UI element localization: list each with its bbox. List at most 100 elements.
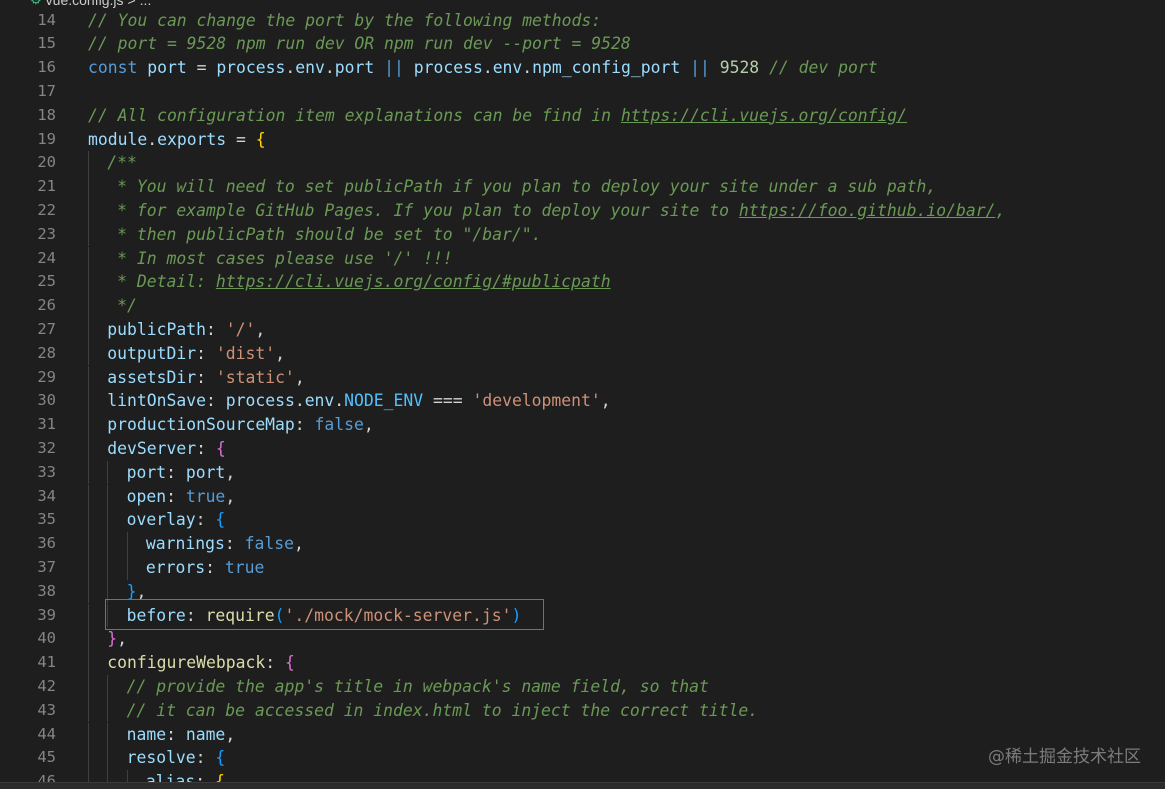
code-token: : <box>196 438 216 458</box>
code-line[interactable]: 19 module.exports = { <box>0 128 1165 152</box>
code-line[interactable]: 36 warnings: false, <box>0 532 1165 556</box>
indent-guide <box>88 270 89 295</box>
code-line[interactable]: 46 alias: { <box>0 770 1165 782</box>
code-line[interactable]: 24 * In most cases please use '/' !!! <box>0 246 1165 271</box>
code-line[interactable]: 34 open: true, <box>0 484 1165 509</box>
code-line[interactable]: 37 errors: true <box>0 555 1165 580</box>
code-line[interactable]: 25 * Detail: https://cli.vuejs.org/confi… <box>0 270 1165 295</box>
code-token: { <box>215 438 226 458</box>
code-token: // it can be accessed in index.html to i… <box>126 700 759 720</box>
indent-guide <box>126 770 128 782</box>
indent-guide <box>88 198 89 223</box>
code-token: const <box>88 58 148 78</box>
code-text: warnings: false, <box>146 532 304 556</box>
indent-guide <box>88 698 89 723</box>
indent-guide <box>88 246 89 271</box>
code-text: // port = 9528 npm run dev OR npm run de… <box>88 32 631 56</box>
code-line[interactable]: 14 // You can change the port by the foll… <box>0 9 1165 33</box>
code-token: : <box>196 343 216 363</box>
code-line[interactable]: 41 configureWebpack: { <box>0 651 1165 675</box>
code-text: // it can be accessed in index.html to i… <box>127 699 759 723</box>
code-line[interactable]: 33 port: port, <box>0 460 1165 485</box>
code-token: , <box>363 415 374 435</box>
code-token: lintOnSave <box>107 391 206 411</box>
code-line[interactable]: 29 assetsDir: 'static', <box>0 365 1165 390</box>
line-number: 37 <box>37 557 56 576</box>
code-line[interactable]: 40}, <box>0 627 1165 652</box>
code-line[interactable]: 43 // it can be accessed in index.html to… <box>0 698 1165 723</box>
code-text: lintOnSave: process.env.NODE_ENV === 'de… <box>107 389 610 413</box>
code-line[interactable]: 22 * for example GitHub Pages. If you pl… <box>0 198 1165 223</box>
code-text: devServer: { <box>107 437 225 461</box>
code-token: // All configuration item explanations c… <box>88 105 621 125</box>
code-token: || <box>384 58 404 78</box>
code-line[interactable]: 26 */ <box>0 294 1165 318</box>
code-text: port: port, <box>127 461 236 485</box>
code-token: 'dist' <box>215 343 276 363</box>
line-number: 14 <box>37 10 56 29</box>
indent-guide <box>107 484 109 509</box>
code-line[interactable]: 21 * You will need to set publicPath if … <box>0 175 1165 199</box>
code-line[interactable]: 30 lintOnSave: process.env.NODE_ENV === '… <box>0 389 1165 414</box>
code-text: open: true, <box>127 485 236 509</box>
indent-guide <box>88 389 89 414</box>
indent-guide <box>88 651 89 675</box>
code-text: overlay: { <box>127 508 226 532</box>
code-token: , <box>600 391 611 411</box>
code-token: configureWebpack <box>107 653 266 673</box>
code-line[interactable]: 32 devServer: { <box>0 436 1165 461</box>
breadcrumb-trail[interactable]: ... <box>140 0 152 8</box>
line-number: 35 <box>37 510 56 529</box>
code-line[interactable]: 16 const port = process.env.port || proce… <box>0 56 1165 80</box>
indent-guide <box>88 770 89 782</box>
code-line[interactable]: 42 // provide the app's title in webpack'… <box>0 674 1165 699</box>
code-line[interactable]: 20 /** <box>0 151 1165 176</box>
code-token: npm_config_port <box>532 58 681 78</box>
code-text: // You can change the port by the follow… <box>88 9 601 33</box>
indent-guide <box>88 413 89 437</box>
line-number: 42 <box>37 676 56 695</box>
code-token: . <box>294 391 305 411</box>
code-token: alias <box>145 772 196 782</box>
indent-guide <box>88 532 89 556</box>
line-number: 20 <box>37 153 56 172</box>
code-token: = <box>186 58 217 78</box>
code-text: const port = process.env.port || process… <box>88 56 878 80</box>
breadcrumb-file[interactable]: vue.config.js <box>46 0 124 8</box>
indent-guide <box>88 365 89 390</box>
indent-guide <box>88 294 89 318</box>
code-token: module <box>88 129 148 149</box>
indent-guide <box>88 175 89 199</box>
code-token: https://cli.vuejs.org/config/ <box>620 105 908 125</box>
code-line[interactable]: 18 // All configuration item explanations… <box>0 104 1165 128</box>
code-token: port <box>126 462 167 482</box>
code-token: false <box>244 534 294 554</box>
indent-guide <box>88 603 89 628</box>
code-token: env <box>304 391 335 411</box>
code-editor[interactable]: 14 // You can change the port by the foll… <box>0 0 1165 782</box>
code-token: , <box>225 462 236 482</box>
code-line[interactable]: 17 <box>0 80 1165 104</box>
code-line[interactable]: 35 overlay: { <box>0 508 1165 533</box>
code-line[interactable]: 27 publicPath: '/', <box>0 317 1165 342</box>
code-line[interactable]: 15 // port = 9528 npm run dev OR npm run … <box>0 32 1165 56</box>
line-number: 23 <box>37 224 56 243</box>
line-number: 41 <box>37 653 56 672</box>
line-number: 43 <box>37 700 56 719</box>
indent-guide <box>88 341 89 366</box>
indent-guide <box>88 508 89 533</box>
line-number: 19 <box>37 129 56 148</box>
gear-file-icon: ⚙ <box>30 0 42 8</box>
code-token: * for example GitHub Pages. If you plan … <box>107 200 739 220</box>
line-number: 44 <box>37 724 56 743</box>
indent-guide <box>107 555 109 580</box>
code-line[interactable]: 28 outputDir: 'dist', <box>0 341 1165 366</box>
code-text: configureWebpack: { <box>107 651 295 675</box>
code-token: /** <box>107 153 137 173</box>
code-token: , <box>293 534 304 554</box>
code-line[interactable]: 31 productionSourceMap: false, <box>0 413 1165 437</box>
code-line[interactable]: 23 * then publicPath should be set to "/… <box>0 222 1165 247</box>
line-number: 31 <box>37 415 56 434</box>
